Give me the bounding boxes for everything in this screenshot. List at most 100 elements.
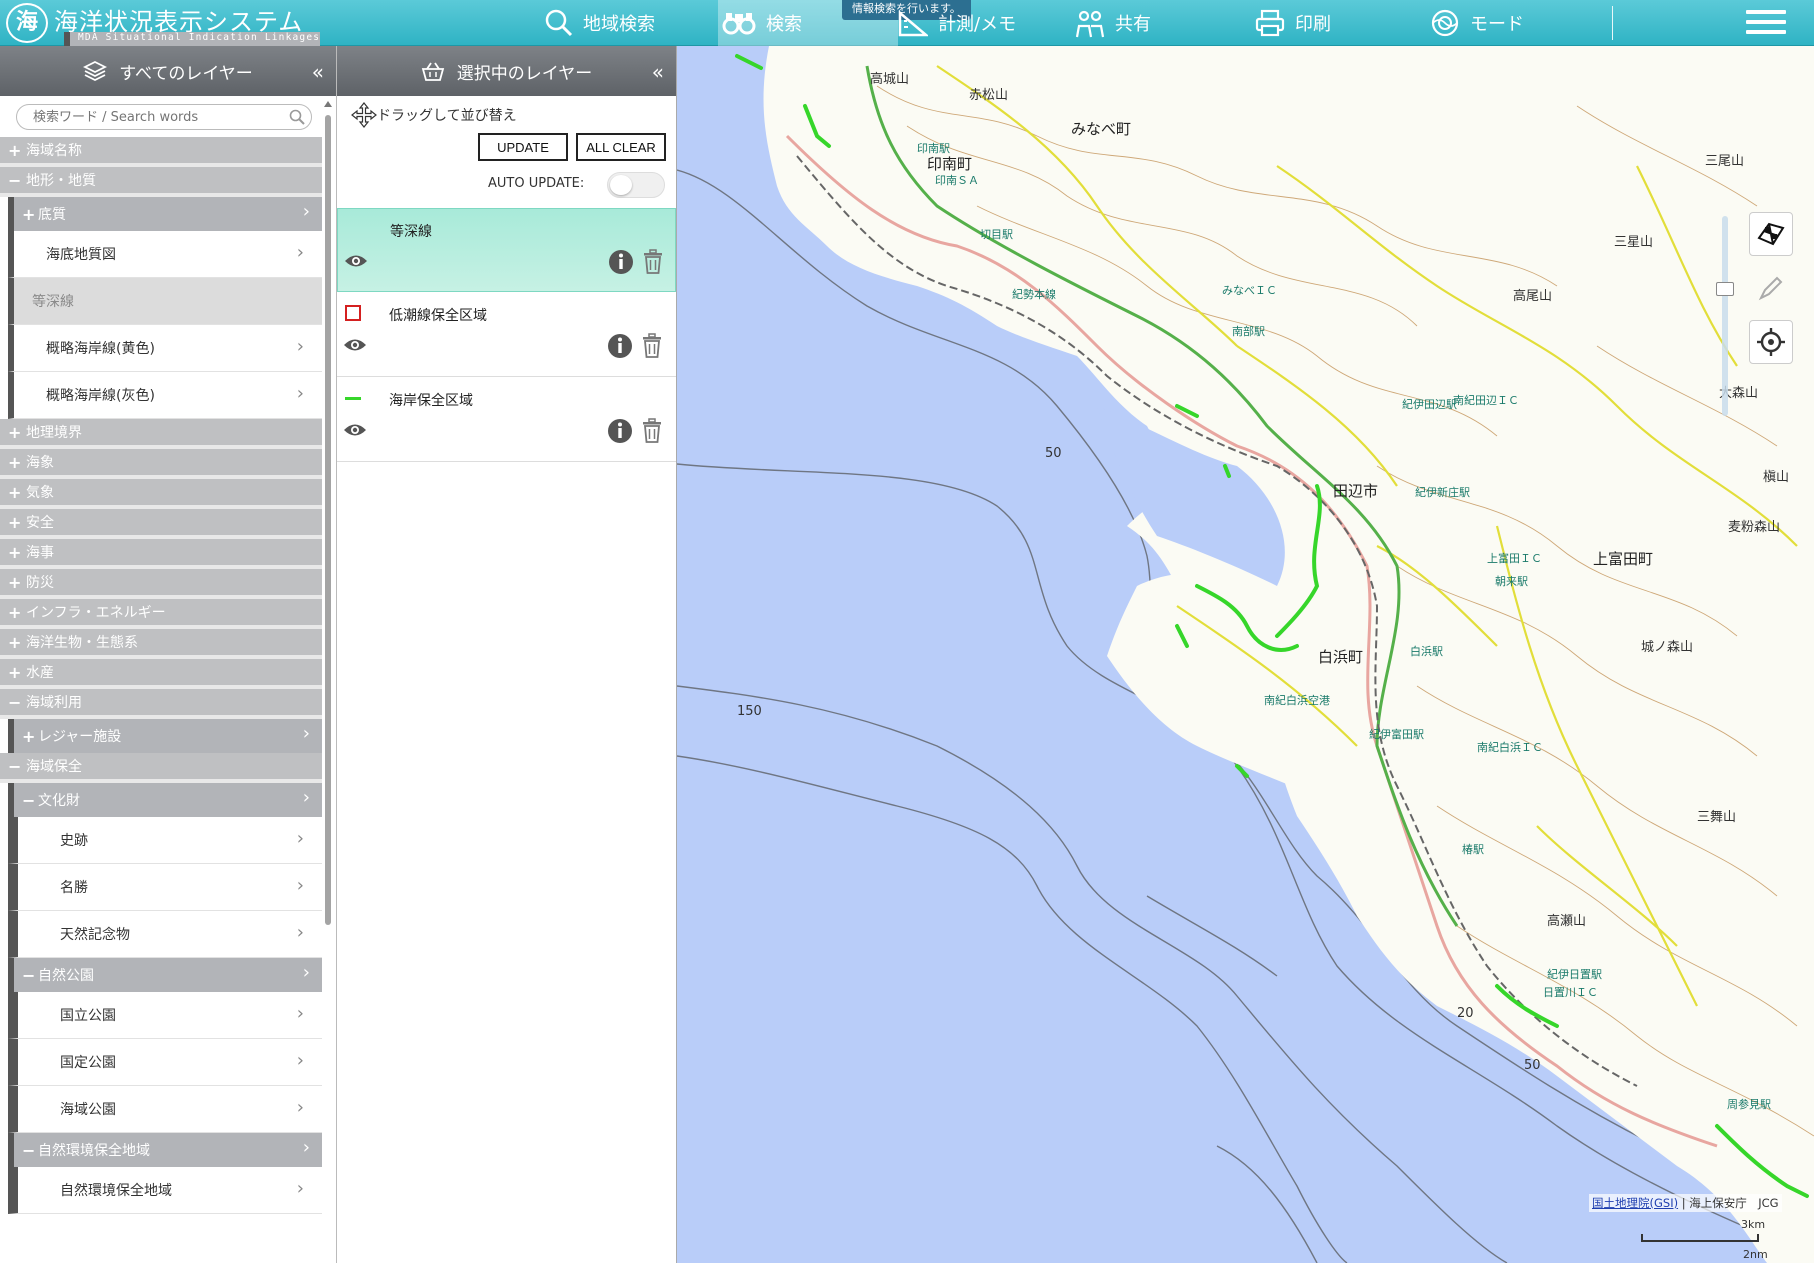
collapse-icon[interactable]: − bbox=[8, 693, 26, 712]
layer-category[interactable]: + 海象 bbox=[0, 449, 322, 479]
layer-subcategory[interactable]: − 自然環境保全地域 › bbox=[8, 1133, 322, 1167]
chevron-right-icon: › bbox=[296, 922, 304, 943]
layer-search-input[interactable] bbox=[33, 105, 283, 129]
mode-icon bbox=[1431, 9, 1459, 37]
layer-category[interactable]: + 地理境界 bbox=[0, 419, 322, 449]
collapse-left-panel-button[interactable]: « bbox=[312, 60, 324, 84]
expand-icon[interactable]: + bbox=[8, 423, 26, 442]
layer-category[interactable]: + 水産 bbox=[0, 659, 322, 689]
selected-layer-name: 低潮線保全区域 bbox=[389, 308, 487, 324]
top-nav-bar: 海 海洋状況表示システム MDA Situational Indication … bbox=[0, 0, 1814, 66]
map-label: 周参見駅 bbox=[1727, 1098, 1771, 1111]
nav-share[interactable]: 共有 bbox=[1075, 0, 1151, 46]
collapse-selected-panel-button[interactable]: « bbox=[652, 60, 664, 84]
layer-item[interactable]: 名勝 › bbox=[8, 864, 322, 911]
auto-update-toggle[interactable] bbox=[607, 172, 665, 198]
scroll-up-arrow[interactable] bbox=[324, 101, 332, 107]
layer-switch-button[interactable] bbox=[1749, 212, 1793, 256]
layer-subcategory[interactable]: − 自然公園 › bbox=[8, 958, 322, 992]
layer-category[interactable]: − 地形・地質 bbox=[0, 167, 322, 197]
layer-item[interactable]: 概略海岸線(黄色) › bbox=[8, 325, 322, 372]
eye-icon[interactable] bbox=[343, 337, 367, 357]
expand-icon[interactable]: + bbox=[8, 573, 26, 592]
layer-subcategory[interactable]: + 底質 › bbox=[8, 197, 322, 231]
info-icon[interactable] bbox=[607, 333, 633, 363]
expand-icon[interactable]: + bbox=[8, 663, 26, 682]
collapse-icon[interactable]: − bbox=[22, 966, 38, 985]
left-panel-scrollbar[interactable] bbox=[323, 101, 333, 1263]
nav-mode[interactable]: モード bbox=[1430, 0, 1524, 46]
nav-area-search[interactable]: 地域検索 bbox=[545, 0, 655, 46]
expand-icon[interactable]: + bbox=[8, 483, 26, 502]
hamburger-icon[interactable] bbox=[1746, 10, 1786, 38]
nav-measure-memo[interactable]: 計測/メモ bbox=[898, 0, 1016, 46]
expand-icon[interactable]: + bbox=[8, 543, 26, 562]
eye-icon[interactable] bbox=[344, 253, 368, 273]
layer-item[interactable]: 国定公園 › bbox=[8, 1039, 322, 1086]
layer-category[interactable]: + 防災 bbox=[0, 569, 322, 599]
layer-category[interactable]: + 安全 bbox=[0, 509, 322, 539]
trash-icon[interactable] bbox=[642, 249, 664, 279]
expand-icon[interactable]: + bbox=[8, 603, 26, 622]
selected-layer-item[interactable]: 等深線 bbox=[337, 208, 676, 292]
layer-item[interactable]: 自然環境保全地域 › bbox=[8, 1167, 322, 1214]
layer-subcategory[interactable]: − 文化財 › bbox=[8, 783, 322, 817]
chevron-right-icon: › bbox=[302, 201, 310, 222]
expand-icon[interactable]: + bbox=[22, 205, 38, 224]
zoom-handle[interactable] bbox=[1716, 282, 1734, 296]
nav-print[interactable]: 印刷 bbox=[1255, 0, 1331, 46]
layer-item[interactable]: 天然記念物 › bbox=[8, 911, 322, 958]
layer-item[interactable]: 史跡 › bbox=[8, 817, 322, 864]
trash-icon[interactable] bbox=[641, 418, 663, 448]
trash-icon[interactable] bbox=[641, 333, 663, 363]
auto-update-label: AUTO UPDATE: bbox=[488, 176, 585, 191]
app-logo[interactable]: 海 海洋状況表示システム MDA Situational Indication … bbox=[4, 2, 321, 66]
layer-category[interactable]: − 海域利用 bbox=[0, 689, 322, 719]
map-view[interactable]: 印南町 みなべ町 田辺市 上富田町 白浜町 高城山 赤松山 三星山 高尾山 三尾山 大森山 槇山 麦粉森… bbox=[677, 46, 1814, 1263]
collapse-icon[interactable]: − bbox=[8, 171, 26, 190]
selected-layer-item[interactable]: 海岸保全区域 bbox=[337, 378, 676, 462]
collapse-icon[interactable]: − bbox=[8, 757, 26, 776]
tree-item-label: 海象 bbox=[26, 455, 54, 471]
layer-item[interactable]: 海底地質図 › bbox=[8, 231, 322, 278]
map-scale: 3km 2nm bbox=[1641, 1218, 1811, 1263]
layer-category[interactable]: + 海域名称 bbox=[0, 137, 322, 167]
collapse-icon[interactable]: − bbox=[22, 1141, 38, 1160]
layer-item[interactable]: 概略海岸線(灰色) › bbox=[8, 372, 322, 419]
update-button[interactable]: UPDATE bbox=[478, 133, 568, 161]
gsi-link[interactable]: 国土地理院(GSI) bbox=[1592, 1196, 1678, 1210]
expand-icon[interactable]: + bbox=[8, 141, 26, 160]
layer-category[interactable]: + 気象 bbox=[0, 479, 322, 509]
red-square-legend-icon bbox=[345, 305, 361, 321]
layer-item[interactable]: 海域公園 › bbox=[8, 1086, 322, 1133]
info-icon[interactable] bbox=[607, 418, 633, 448]
chevron-right-icon: › bbox=[296, 1003, 304, 1024]
map-label: 高瀬山 bbox=[1547, 914, 1587, 929]
layer-item[interactable]: 国立公園 › bbox=[8, 992, 322, 1039]
expand-icon[interactable]: + bbox=[22, 727, 38, 746]
layer-category[interactable]: + 海洋生物・生態系 bbox=[0, 629, 322, 659]
zoom-slider[interactable] bbox=[1713, 216, 1737, 436]
eye-icon[interactable] bbox=[343, 422, 367, 442]
map-label: 三尾山 bbox=[1705, 154, 1745, 169]
expand-icon[interactable]: + bbox=[8, 633, 26, 652]
layer-category[interactable]: + 海事 bbox=[0, 539, 322, 569]
all-clear-button[interactable]: ALL CLEAR bbox=[576, 133, 666, 161]
printer-icon bbox=[1255, 9, 1285, 37]
info-icon[interactable] bbox=[608, 249, 634, 279]
expand-icon[interactable]: + bbox=[8, 453, 26, 472]
layer-category[interactable]: + インフラ・エネルギー bbox=[0, 599, 322, 629]
search-icon[interactable] bbox=[289, 109, 305, 125]
selected-layer-item[interactable]: 低潮線保全区域 bbox=[337, 293, 676, 377]
layer-subcategory[interactable]: + レジャー施設 › bbox=[8, 719, 322, 753]
layer-category[interactable]: − 海域保全 bbox=[0, 753, 322, 783]
tree-item-label: 自然環境保全地域 bbox=[60, 1183, 172, 1199]
draw-tool-button[interactable] bbox=[1749, 266, 1793, 310]
chevron-right-icon: › bbox=[296, 1178, 304, 1199]
expand-icon[interactable]: + bbox=[8, 513, 26, 532]
tree-item-label: 概略海岸線(黄色) bbox=[46, 341, 155, 357]
collapse-icon[interactable]: − bbox=[22, 791, 38, 810]
current-location-button[interactable] bbox=[1749, 320, 1793, 364]
scrollbar-thumb[interactable] bbox=[325, 115, 331, 925]
map-label: 日置川ＩＣ bbox=[1543, 986, 1598, 999]
